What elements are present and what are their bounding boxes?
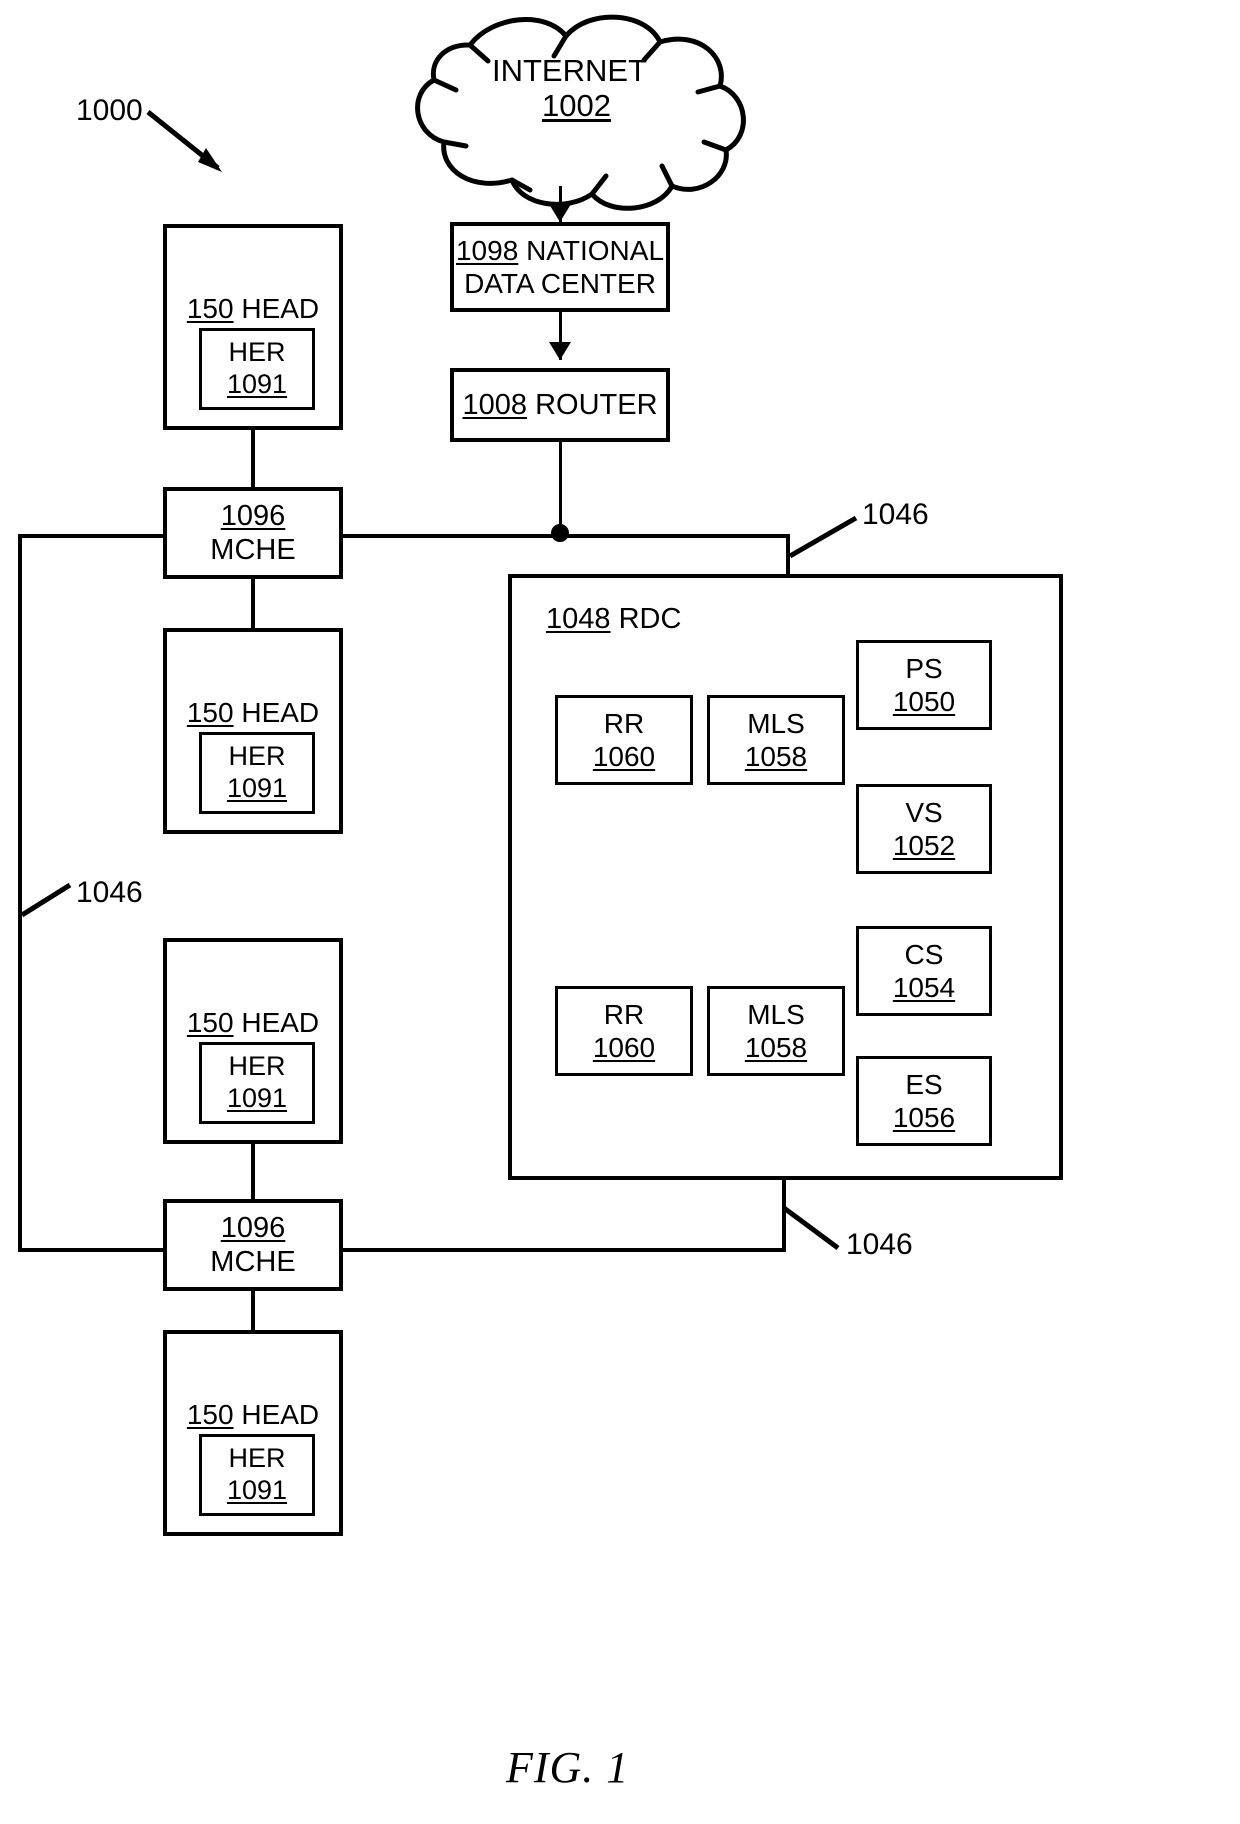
rr-lower-ref: 1060 [592, 1032, 656, 1063]
rdc-title: 1048 RDC [546, 603, 682, 635]
her-4-title: HER [228, 1443, 286, 1474]
patent-figure-1: INTERNET 1002 1000 1098 NATIONAL DATA CE… [0, 0, 1240, 1824]
link-leader-left [20, 882, 72, 918]
ps-title: PS [905, 652, 943, 684]
link-bus-left-vertical [18, 534, 22, 1252]
mche-bottom-title: MCHE [210, 1246, 296, 1278]
arrowhead-internet-ndc [549, 204, 571, 222]
node-her-2: HER 1091 [199, 732, 315, 814]
es-ref: 1056 [892, 1102, 956, 1133]
connector-router-bus [559, 442, 562, 534]
node-rdc-rr-lower: RR 1060 [555, 986, 693, 1076]
node-her-1: HER 1091 [199, 328, 315, 410]
es-title: ES [905, 1068, 943, 1100]
node-router: 1008 ROUTER [450, 368, 670, 442]
node-her-4: HER 1091 [199, 1434, 315, 1516]
rr-upper-title: RR [603, 707, 645, 739]
vs-title: VS [905, 796, 943, 828]
rr-upper-ref: 1060 [592, 741, 656, 772]
system-ref-1000: 1000 [76, 94, 143, 127]
her-3-ref: 1091 [226, 1083, 288, 1113]
link-bus-top [343, 534, 790, 538]
arrowhead-ndc-router [549, 342, 571, 360]
system-ref-leader [146, 110, 222, 172]
connector-he1-mche-top [251, 430, 255, 490]
node-rdc: 1048 RDC RR 1060 MLS 1058 PS 1050 VS 105… [508, 574, 1063, 1180]
cs-ref: 1054 [892, 972, 956, 1003]
node-head-end-3: 150 HEAD END HER 1091 [163, 938, 343, 1144]
head-end-2-line1: 150 HEAD [186, 696, 320, 728]
ps-ref: 1050 [892, 686, 956, 717]
node-mche-bottom: 1096 MCHE [163, 1199, 343, 1291]
ndc-line2: DATA CENTER [464, 268, 656, 299]
link-ref-bottom: 1046 [846, 1228, 913, 1261]
her-4-ref: 1091 [226, 1475, 288, 1505]
node-national-data-center: 1098 NATIONAL DATA CENTER [450, 222, 670, 312]
mche-top-ref: 1096 [220, 499, 286, 532]
head-end-4-line1: 150 HEAD [186, 1398, 320, 1430]
mche-top-title: MCHE [210, 534, 296, 566]
her-1-title: HER [228, 337, 286, 368]
link-bus-bottom-rise [782, 1180, 786, 1252]
link-bus-top-drop [786, 534, 790, 578]
link-bus-left-top [18, 534, 167, 538]
node-rdc-es: ES 1056 [856, 1056, 992, 1146]
link-bus-left-bottom [18, 1248, 167, 1252]
node-rdc-vs: VS 1052 [856, 784, 992, 874]
cs-title: CS [904, 938, 944, 970]
link-ref-top: 1046 [862, 498, 929, 531]
figure-caption: FIG. 1 [506, 1743, 630, 1792]
node-head-end-2: 150 HEAD END HER 1091 [163, 628, 343, 834]
connector-mche-top-he2 [251, 579, 255, 631]
node-head-end-1: 150 HEAD END HER 1091 [163, 224, 343, 430]
link-leader-top [788, 515, 858, 559]
node-rdc-mls-upper: MLS 1058 [707, 695, 845, 785]
internet-ref: 1002 [542, 88, 611, 123]
rr-lower-title: RR [603, 998, 645, 1030]
node-rdc-ps: PS 1050 [856, 640, 992, 730]
head-end-1-line1: 150 HEAD [186, 292, 320, 324]
node-her-3: HER 1091 [199, 1042, 315, 1124]
mls-upper-title: MLS [747, 707, 805, 739]
head-end-3-line1: 150 HEAD [186, 1006, 320, 1038]
link-ref-left: 1046 [76, 876, 143, 909]
link-leader-bottom [782, 1205, 840, 1251]
mls-upper-ref: 1058 [744, 741, 808, 772]
mche-bottom-ref: 1096 [220, 1211, 286, 1244]
her-3-title: HER [228, 1051, 286, 1082]
connector-he3-mche-bottom [251, 1144, 255, 1202]
ndc-line1: 1098 NATIONAL [455, 234, 665, 266]
node-rdc-mls-lower: MLS 1058 [707, 986, 845, 1076]
her-2-ref: 1091 [226, 773, 288, 803]
node-head-end-4: 150 HEAD END HER 1091 [163, 1330, 343, 1536]
vs-ref: 1052 [892, 830, 956, 861]
mls-lower-ref: 1058 [744, 1032, 808, 1063]
connector-mche-bottom-he4 [251, 1291, 255, 1333]
her-1-ref: 1091 [226, 369, 288, 399]
internet-title: INTERNET [492, 53, 647, 88]
node-rdc-rr-upper: RR 1060 [555, 695, 693, 785]
her-2-title: HER [228, 741, 286, 772]
node-rdc-cs: CS 1054 [856, 926, 992, 1016]
link-bus-bottom [343, 1248, 786, 1252]
node-mche-top: 1096 MCHE [163, 487, 343, 579]
router-label: 1008 ROUTER [462, 388, 658, 421]
mls-lower-title: MLS [747, 998, 805, 1030]
bus-junction-dot [551, 524, 569, 542]
